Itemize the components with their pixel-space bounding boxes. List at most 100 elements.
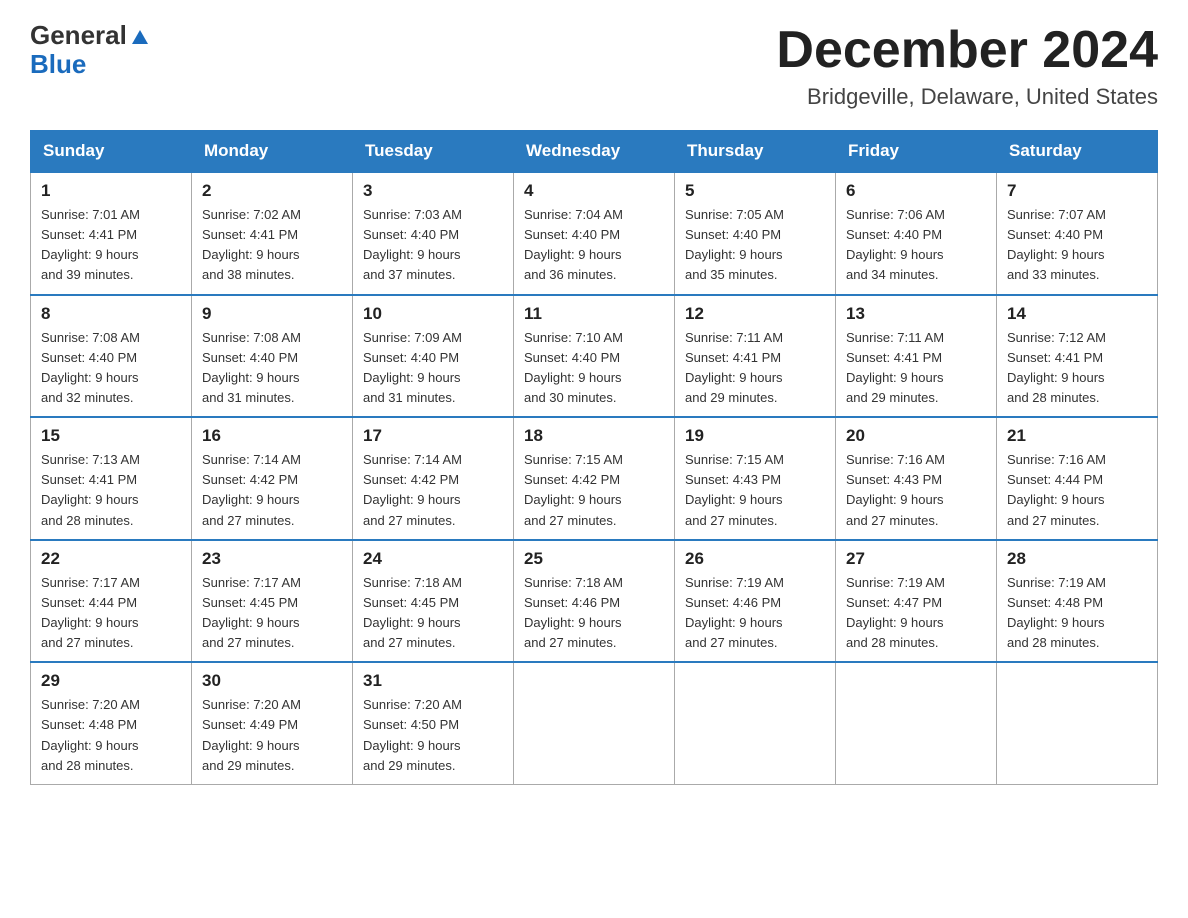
calendar-week-4: 22 Sunrise: 7:17 AMSunset: 4:44 PMDaylig… (31, 540, 1158, 663)
day-info: Sunrise: 7:20 AMSunset: 4:50 PMDaylight:… (363, 697, 462, 772)
day-info: Sunrise: 7:04 AMSunset: 4:40 PMDaylight:… (524, 207, 623, 282)
day-number: 20 (846, 426, 986, 446)
day-number: 2 (202, 181, 342, 201)
calendar-cell: 12 Sunrise: 7:11 AMSunset: 4:41 PMDaylig… (675, 295, 836, 418)
day-number: 9 (202, 304, 342, 324)
day-number: 28 (1007, 549, 1147, 569)
calendar-cell: 7 Sunrise: 7:07 AMSunset: 4:40 PMDayligh… (997, 172, 1158, 295)
calendar-cell (514, 662, 675, 784)
day-number: 1 (41, 181, 181, 201)
day-number: 11 (524, 304, 664, 324)
calendar-cell: 27 Sunrise: 7:19 AMSunset: 4:47 PMDaylig… (836, 540, 997, 663)
day-number: 25 (524, 549, 664, 569)
day-number: 18 (524, 426, 664, 446)
calendar-cell: 19 Sunrise: 7:15 AMSunset: 4:43 PMDaylig… (675, 417, 836, 540)
day-info: Sunrise: 7:08 AMSunset: 4:40 PMDaylight:… (202, 330, 301, 405)
calendar-cell: 14 Sunrise: 7:12 AMSunset: 4:41 PMDaylig… (997, 295, 1158, 418)
day-info: Sunrise: 7:15 AMSunset: 4:42 PMDaylight:… (524, 452, 623, 527)
calendar-cell: 11 Sunrise: 7:10 AMSunset: 4:40 PMDaylig… (514, 295, 675, 418)
calendar-cell: 25 Sunrise: 7:18 AMSunset: 4:46 PMDaylig… (514, 540, 675, 663)
calendar-cell: 9 Sunrise: 7:08 AMSunset: 4:40 PMDayligh… (192, 295, 353, 418)
logo-blue-text: Blue (30, 49, 86, 80)
calendar-cell: 31 Sunrise: 7:20 AMSunset: 4:50 PMDaylig… (353, 662, 514, 784)
day-number: 6 (846, 181, 986, 201)
day-info: Sunrise: 7:14 AMSunset: 4:42 PMDaylight:… (363, 452, 462, 527)
calendar-week-3: 15 Sunrise: 7:13 AMSunset: 4:41 PMDaylig… (31, 417, 1158, 540)
calendar-cell: 22 Sunrise: 7:17 AMSunset: 4:44 PMDaylig… (31, 540, 192, 663)
page-header: General Blue December 2024 Bridgeville, … (30, 20, 1158, 110)
calendar-cell: 20 Sunrise: 7:16 AMSunset: 4:43 PMDaylig… (836, 417, 997, 540)
day-info: Sunrise: 7:13 AMSunset: 4:41 PMDaylight:… (41, 452, 140, 527)
calendar-cell: 4 Sunrise: 7:04 AMSunset: 4:40 PMDayligh… (514, 172, 675, 295)
day-info: Sunrise: 7:18 AMSunset: 4:46 PMDaylight:… (524, 575, 623, 650)
day-number: 24 (363, 549, 503, 569)
day-info: Sunrise: 7:10 AMSunset: 4:40 PMDaylight:… (524, 330, 623, 405)
calendar-cell: 24 Sunrise: 7:18 AMSunset: 4:45 PMDaylig… (353, 540, 514, 663)
day-info: Sunrise: 7:14 AMSunset: 4:42 PMDaylight:… (202, 452, 301, 527)
day-info: Sunrise: 7:19 AMSunset: 4:47 PMDaylight:… (846, 575, 945, 650)
calendar-cell: 8 Sunrise: 7:08 AMSunset: 4:40 PMDayligh… (31, 295, 192, 418)
day-number: 3 (363, 181, 503, 201)
logo: General Blue (30, 20, 149, 80)
calendar-cell: 15 Sunrise: 7:13 AMSunset: 4:41 PMDaylig… (31, 417, 192, 540)
calendar-cell (997, 662, 1158, 784)
day-number: 21 (1007, 426, 1147, 446)
day-number: 19 (685, 426, 825, 446)
day-number: 31 (363, 671, 503, 691)
calendar-cell: 29 Sunrise: 7:20 AMSunset: 4:48 PMDaylig… (31, 662, 192, 784)
logo-general: General (30, 20, 127, 51)
calendar-week-1: 1 Sunrise: 7:01 AMSunset: 4:41 PMDayligh… (31, 172, 1158, 295)
day-info: Sunrise: 7:15 AMSunset: 4:43 PMDaylight:… (685, 452, 784, 527)
calendar-header-wednesday: Wednesday (514, 131, 675, 173)
calendar-cell (675, 662, 836, 784)
calendar-cell: 3 Sunrise: 7:03 AMSunset: 4:40 PMDayligh… (353, 172, 514, 295)
day-number: 5 (685, 181, 825, 201)
day-info: Sunrise: 7:02 AMSunset: 4:41 PMDaylight:… (202, 207, 301, 282)
day-number: 27 (846, 549, 986, 569)
day-number: 10 (363, 304, 503, 324)
day-info: Sunrise: 7:12 AMSunset: 4:41 PMDaylight:… (1007, 330, 1106, 405)
calendar-cell: 1 Sunrise: 7:01 AMSunset: 4:41 PMDayligh… (31, 172, 192, 295)
day-number: 4 (524, 181, 664, 201)
calendar-header-row: SundayMondayTuesdayWednesdayThursdayFrid… (31, 131, 1158, 173)
calendar-week-2: 8 Sunrise: 7:08 AMSunset: 4:40 PMDayligh… (31, 295, 1158, 418)
day-info: Sunrise: 7:07 AMSunset: 4:40 PMDaylight:… (1007, 207, 1106, 282)
day-number: 29 (41, 671, 181, 691)
calendar-header-friday: Friday (836, 131, 997, 173)
day-number: 15 (41, 426, 181, 446)
calendar-cell: 28 Sunrise: 7:19 AMSunset: 4:48 PMDaylig… (997, 540, 1158, 663)
calendar-cell: 21 Sunrise: 7:16 AMSunset: 4:44 PMDaylig… (997, 417, 1158, 540)
day-number: 7 (1007, 181, 1147, 201)
day-info: Sunrise: 7:19 AMSunset: 4:46 PMDaylight:… (685, 575, 784, 650)
day-info: Sunrise: 7:05 AMSunset: 4:40 PMDaylight:… (685, 207, 784, 282)
day-info: Sunrise: 7:17 AMSunset: 4:45 PMDaylight:… (202, 575, 301, 650)
day-info: Sunrise: 7:19 AMSunset: 4:48 PMDaylight:… (1007, 575, 1106, 650)
calendar-header-saturday: Saturday (997, 131, 1158, 173)
calendar-header-sunday: Sunday (31, 131, 192, 173)
day-number: 12 (685, 304, 825, 324)
day-number: 14 (1007, 304, 1147, 324)
calendar-table: SundayMondayTuesdayWednesdayThursdayFrid… (30, 130, 1158, 785)
day-info: Sunrise: 7:16 AMSunset: 4:44 PMDaylight:… (1007, 452, 1106, 527)
day-number: 17 (363, 426, 503, 446)
calendar-cell: 2 Sunrise: 7:02 AMSunset: 4:41 PMDayligh… (192, 172, 353, 295)
day-info: Sunrise: 7:01 AMSunset: 4:41 PMDaylight:… (41, 207, 140, 282)
day-number: 23 (202, 549, 342, 569)
logo-text: General (30, 20, 149, 51)
calendar-cell: 30 Sunrise: 7:20 AMSunset: 4:49 PMDaylig… (192, 662, 353, 784)
calendar-cell: 5 Sunrise: 7:05 AMSunset: 4:40 PMDayligh… (675, 172, 836, 295)
calendar-header-thursday: Thursday (675, 131, 836, 173)
day-info: Sunrise: 7:11 AMSunset: 4:41 PMDaylight:… (685, 330, 783, 405)
calendar-cell (836, 662, 997, 784)
day-info: Sunrise: 7:09 AMSunset: 4:40 PMDaylight:… (363, 330, 462, 405)
day-info: Sunrise: 7:18 AMSunset: 4:45 PMDaylight:… (363, 575, 462, 650)
day-number: 26 (685, 549, 825, 569)
calendar-cell: 17 Sunrise: 7:14 AMSunset: 4:42 PMDaylig… (353, 417, 514, 540)
title-block: December 2024 Bridgeville, Delaware, Uni… (776, 20, 1158, 110)
month-title: December 2024 (776, 20, 1158, 80)
day-info: Sunrise: 7:20 AMSunset: 4:48 PMDaylight:… (41, 697, 140, 772)
day-info: Sunrise: 7:03 AMSunset: 4:40 PMDaylight:… (363, 207, 462, 282)
calendar-header-monday: Monday (192, 131, 353, 173)
calendar-cell: 10 Sunrise: 7:09 AMSunset: 4:40 PMDaylig… (353, 295, 514, 418)
calendar-cell: 18 Sunrise: 7:15 AMSunset: 4:42 PMDaylig… (514, 417, 675, 540)
